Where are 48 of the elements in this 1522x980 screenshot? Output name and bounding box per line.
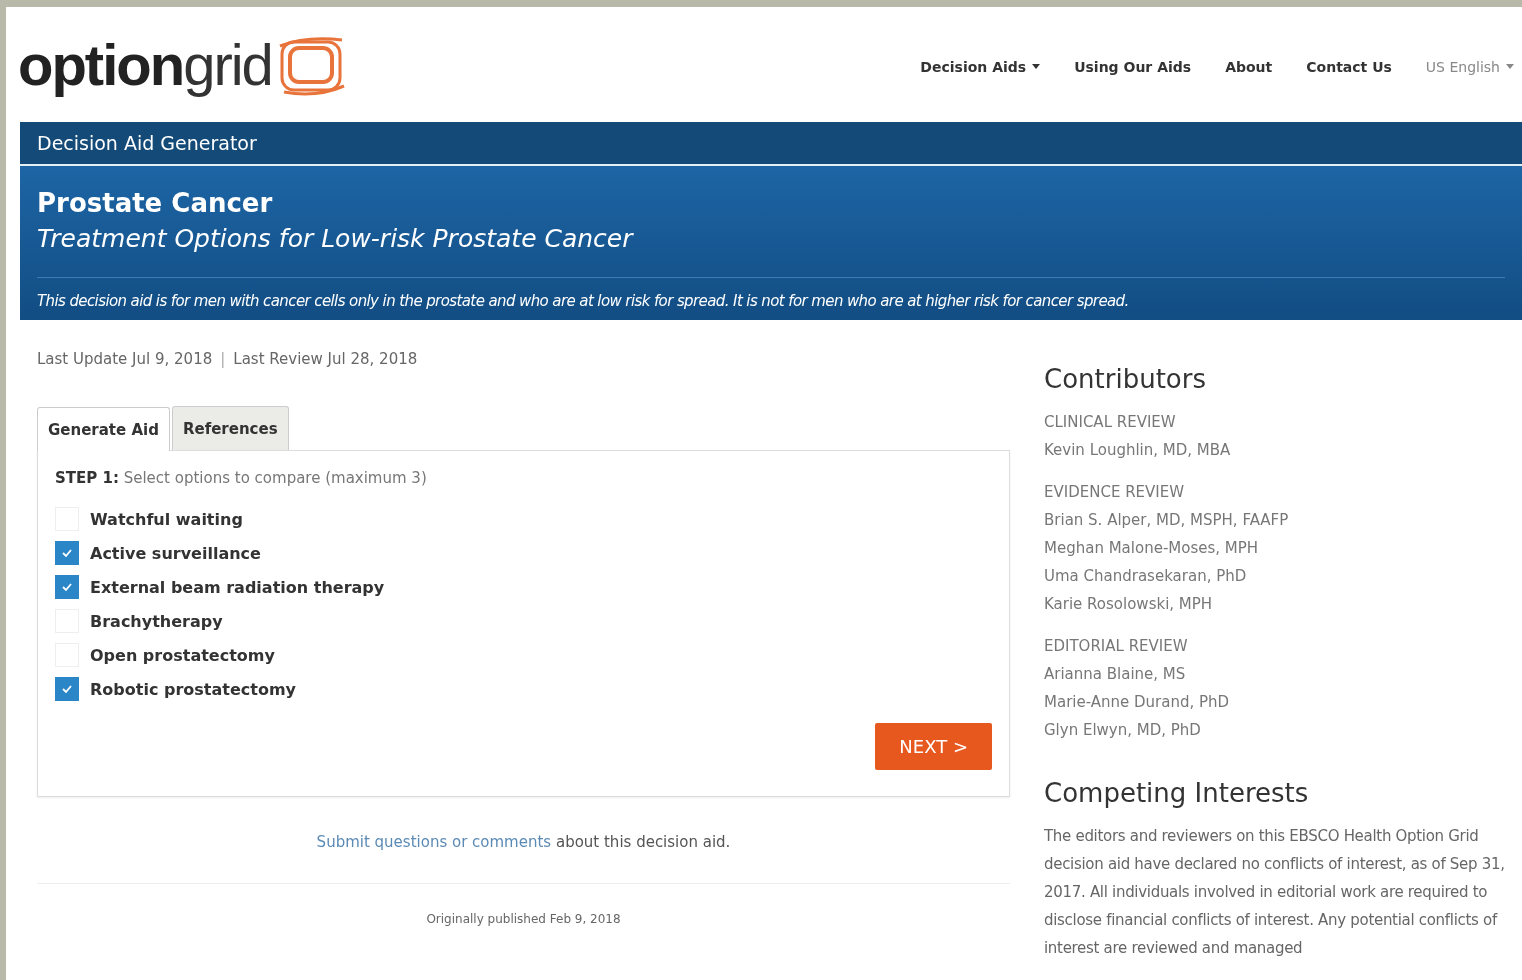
update-date: Last Update Jul 9, 2018 (37, 350, 213, 368)
check-icon (61, 582, 73, 592)
contributor-name: Meghan Malone-Moses, MPH (1044, 538, 1260, 559)
option-label[interactable]: Robotic prostatectomy (90, 679, 296, 699)
checkbox[interactable] (55, 541, 79, 565)
review-heading: EDITORIAL REVIEW (1044, 636, 1189, 657)
caret-icon (1032, 64, 1041, 69)
check-icon (61, 684, 73, 694)
contributor-name: Brian S. Alper, MD, MSPH, FAAFP (1044, 510, 1290, 531)
tab[interactable]: References (171, 406, 289, 450)
option-label[interactable]: Brachytherapy (90, 611, 223, 631)
contributor-name: Glyn Elwyn, MD, PhD (1044, 720, 1202, 741)
nav-menu[interactable]: Decision Aids (920, 58, 1041, 75)
nav-link[interactable]: Using Our Aids (1074, 58, 1192, 75)
contributor-name: Kevin Loughlin, MD, MBA (1044, 440, 1232, 461)
contributors-heading: Contributors (1044, 364, 1207, 394)
option-label[interactable]: Active surveillance (90, 543, 261, 563)
option-label[interactable]: Watchful waiting (90, 509, 243, 529)
competing-heading: Competing Interests (1044, 778, 1310, 808)
nav-link[interactable]: About (1225, 58, 1273, 75)
competing-text: The editors and reviewers on this EBSCO Health Option Grid decision aid have declared no conflicts of interest, as of Sep 31, 2017. All individuals involved in editorial work are required to disclose financial conflicts of interest. Any potential conflicts of interest are reviewed and managed (1044, 826, 1506, 959)
feedback-link[interactable]: Submit questions or comments (316, 833, 552, 851)
published-date: Originally published Feb 9, 2018 (425, 912, 622, 926)
review-heading: EVIDENCE REVIEW (1044, 482, 1186, 503)
next-button[interactable]: NEXT > (875, 723, 992, 770)
nav-link[interactable]: Contact Us (1306, 58, 1392, 75)
section-title: Decision Aid Generator (37, 132, 257, 154)
review-date: Last Review Jul 28, 2018 (233, 350, 418, 368)
tab[interactable]: Generate Aid (37, 407, 170, 451)
banner-title: Prostate Cancer (37, 188, 274, 218)
banner-subtitle: Treatment Options for Low-risk Prostate Cancer (37, 224, 1505, 278)
banner-note: This decision aid is for men with cancer cells only in the prostate and who are at low risk for spread. It is not for men who are at higher risk for cancer spread. (37, 292, 1130, 310)
option-label[interactable]: External beam radiation therapy (90, 577, 385, 597)
check-icon (61, 548, 73, 558)
option-label[interactable]: Open prostatectomy (90, 645, 275, 665)
contributor-name: Arianna Blaine, MS (1044, 664, 1187, 685)
step-text: STEP 1: Select options to compare (maximum 3) (55, 469, 428, 487)
checkbox[interactable] (55, 677, 79, 701)
separator: | (220, 350, 226, 368)
contributor-name: Uma Chandrasekaran, PhD (1044, 566, 1248, 587)
contributor-name: Karie Rosolowski, MPH (1044, 594, 1214, 615)
logo-text[interactable]: optiongrid (18, 31, 272, 98)
checkbox[interactable] (55, 575, 79, 599)
caret-icon (1506, 64, 1514, 69)
contributor-name: Marie-Anne Durand, PhD (1044, 692, 1231, 713)
review-heading: CLINICAL REVIEW (1044, 412, 1177, 433)
feedback-text: Submit questions or comments about this decision aid. (315, 833, 732, 851)
nav-menu[interactable]: US English (1425, 58, 1514, 75)
